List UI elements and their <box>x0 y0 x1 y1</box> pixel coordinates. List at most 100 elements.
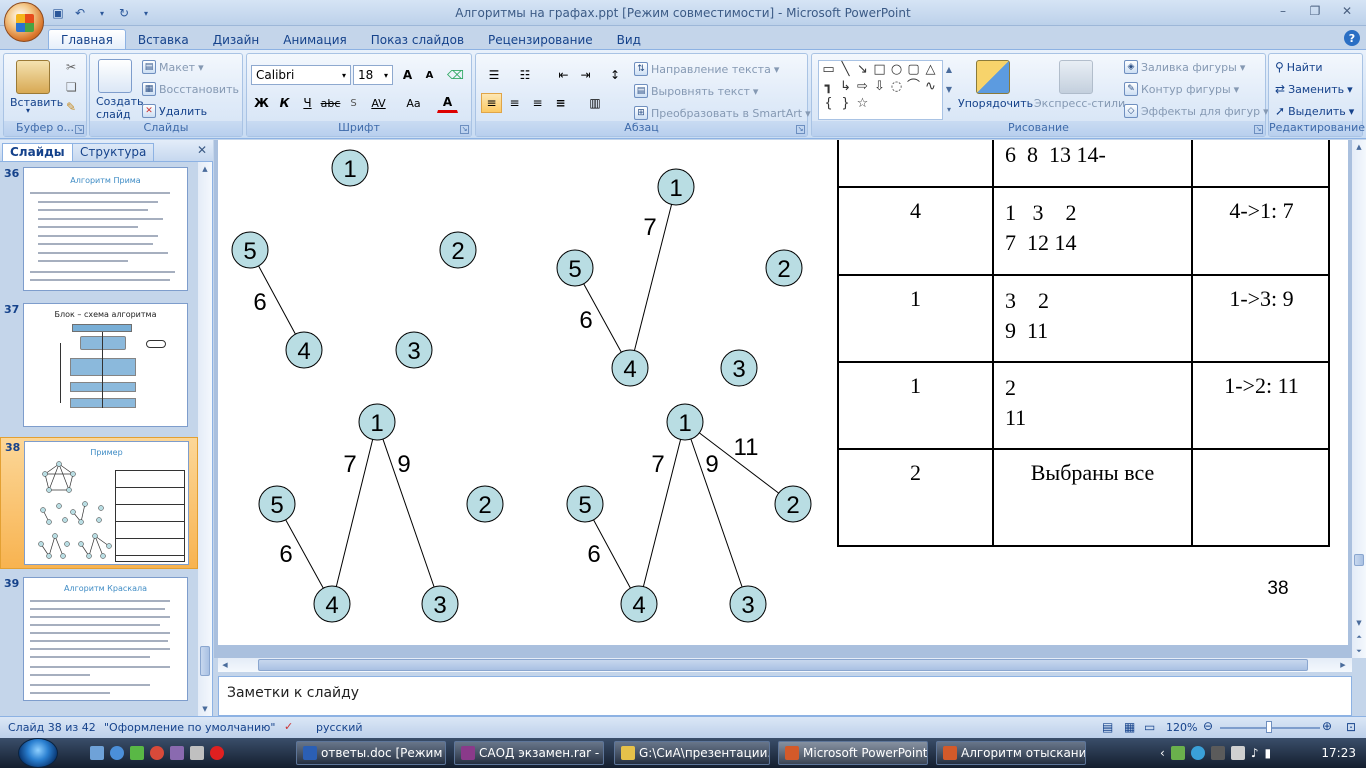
shapes-more-icon[interactable]: ▲ ▼ ▾ <box>944 60 954 120</box>
start-button[interactable] <box>18 738 58 768</box>
minimize-button[interactable]: – <box>1268 2 1298 20</box>
tab-slides[interactable]: Слайды <box>2 143 73 161</box>
tray-icon[interactable] <box>1170 746 1185 760</box>
previous-slide-icon[interactable]: ⏶ <box>1352 630 1366 644</box>
font-name-combo[interactable]: Calibri ▾ <box>251 65 351 85</box>
taskbar-item-word[interactable]: ответы.doc [Режим ... <box>296 741 446 765</box>
slideshow-view-icon[interactable]: ▭ <box>1144 720 1155 734</box>
scroll-down-icon[interactable]: ▼ <box>198 702 212 716</box>
scroll-thumb[interactable] <box>258 659 1308 671</box>
star-shape-icon[interactable]: ☆ <box>854 96 871 113</box>
clock[interactable]: 17:23 <box>1321 746 1356 760</box>
cut-icon[interactable]: ✂ <box>66 60 76 74</box>
volume-icon[interactable]: ♪ <box>1251 746 1259 760</box>
columns-icon[interactable]: ▥ <box>580 93 610 113</box>
align-center-icon[interactable]: ≡ <box>504 93 525 113</box>
elbow-arrow-shape-icon[interactable]: ↳ <box>837 79 854 96</box>
font-size-combo[interactable]: 18 ▾ <box>353 65 393 85</box>
tray-icon[interactable] <box>1190 746 1205 760</box>
save-icon[interactable]: ▣ <box>50 5 66 21</box>
tab-view[interactable]: Вид <box>605 30 653 50</box>
tray-icon[interactable] <box>1230 746 1245 760</box>
justify-icon[interactable]: ≡ <box>550 93 571 113</box>
curve-shape-icon[interactable]: ⌒ <box>905 79 922 96</box>
left-brace-shape-icon[interactable]: { <box>820 96 837 113</box>
shadow-icon[interactable]: S <box>343 93 364 113</box>
tab-animation[interactable]: Анимация <box>271 30 358 50</box>
theme-status[interactable]: "Оформление по умолчанию" <box>104 721 275 734</box>
char-spacing-button[interactable]: AV <box>368 93 389 113</box>
normal-view-icon[interactable]: ▤ <box>1102 720 1113 734</box>
tab-review[interactable]: Рецензирование <box>476 30 605 50</box>
bullets-icon[interactable]: ☰ <box>481 65 507 85</box>
align-right-icon[interactable]: ≡ <box>527 93 548 113</box>
right-arrow-shape-icon[interactable]: ⇨ <box>854 79 871 96</box>
zoom-in-icon[interactable]: ⊕ <box>1322 719 1332 733</box>
help-icon[interactable]: ? <box>1344 30 1360 46</box>
zoom-out-icon[interactable]: ⊖ <box>1203 719 1213 733</box>
grow-font-button[interactable]: A <box>397 65 418 85</box>
freeform-shape-icon[interactable]: ∿ <box>922 79 939 96</box>
new-slide-button[interactable]: Создать слайд <box>96 95 144 121</box>
slide-thumb-37[interactable]: 37 Блок – схема алгоритма <box>0 300 198 432</box>
tab-outline[interactable]: Структура <box>72 143 155 161</box>
scroll-thumb[interactable] <box>1354 554 1364 566</box>
next-slide-icon[interactable]: ⏷ <box>1352 644 1366 658</box>
bold-button[interactable]: Ж <box>251 93 272 113</box>
decrease-indent-icon[interactable]: ⇤ <box>553 65 574 85</box>
slide-thumb-36[interactable]: 36 Алгоритм Прима <box>0 164 198 296</box>
paste-dropdown-icon[interactable]: ▾ <box>26 106 30 115</box>
tab-home[interactable]: Главная <box>48 29 126 50</box>
slide-thumb-39[interactable]: 39 Алгоритм Краскала <box>0 574 198 706</box>
taskbar-item-explorer[interactable]: G:\СиА\презентации... <box>614 741 770 765</box>
down-arrow-shape-icon[interactable]: ⇩ <box>871 79 888 96</box>
scroll-down-icon[interactable]: ▼ <box>1352 616 1366 630</box>
network-icon[interactable]: ▮ <box>1264 746 1271 760</box>
shape-fill-button[interactable]: ◈ Заливка фигуры ▾ <box>1124 60 1245 74</box>
close-panel-icon[interactable]: ✕ <box>197 143 207 157</box>
tab-insert[interactable]: Вставка <box>126 30 201 50</box>
slide-vertical-scrollbar[interactable]: ▲ ▼ ⏶ ⏷ <box>1352 140 1366 658</box>
shape-effects-button[interactable]: ◇ Эффекты для фигур ▾ <box>1124 104 1269 118</box>
arrow-line-shape-icon[interactable]: ↘ <box>854 62 871 79</box>
clipboard-launcher-icon[interactable]: ↘ <box>75 125 84 134</box>
paste-icon[interactable] <box>16 60 50 94</box>
drawing-launcher-icon[interactable]: ↘ <box>1254 125 1263 134</box>
right-brace-shape-icon[interactable]: } <box>837 96 854 113</box>
underline-button[interactable]: Ч <box>297 93 318 113</box>
customize-qat-icon[interactable]: ▾ <box>138 5 154 21</box>
scroll-right-icon[interactable]: ▶ <box>1336 658 1350 672</box>
zoom-level[interactable]: 120% <box>1166 721 1197 734</box>
slide-sorter-icon[interactable]: ▦ <box>1124 720 1135 734</box>
strikethrough-button[interactable]: abc <box>320 93 341 113</box>
delete-slide-button[interactable]: ✕ Удалить <box>142 104 207 118</box>
scroll-thumb[interactable] <box>200 646 210 676</box>
rectangle-shape-icon[interactable]: □ <box>871 62 888 79</box>
font-color-button[interactable]: A <box>437 93 458 113</box>
connector-shape-icon[interactable]: ┓ <box>820 79 837 96</box>
taskbar-item-winrar[interactable]: САОД экзамен.rar - ... <box>454 741 604 765</box>
find-button[interactable]: ⚲ Найти <box>1275 60 1323 74</box>
notes-pane[interactable]: Заметки к слайду <box>218 676 1352 716</box>
smartart-button[interactable]: ⊞ Преобразовать в SmartArt ▾ <box>634 106 811 120</box>
scroll-up-icon[interactable]: ▲ <box>1352 140 1366 154</box>
taskbar-item-powerpoint[interactable]: Microsoft PowerPoint ... <box>778 741 928 765</box>
italic-button[interactable]: К <box>274 93 295 113</box>
app-icon[interactable] <box>190 746 204 760</box>
font-launcher-icon[interactable]: ↘ <box>460 125 469 134</box>
align-text-button[interactable]: ▤ Выровнять текст ▾ <box>634 84 758 98</box>
panel-scrollbar[interactable]: ▲ ▼ <box>198 162 212 716</box>
language-tray-icon[interactable] <box>1210 746 1225 760</box>
textbox-shape-icon[interactable]: ▭ <box>820 62 837 79</box>
media-player-icon[interactable] <box>110 746 124 760</box>
align-left-icon[interactable]: ≡ <box>481 93 502 113</box>
numbering-icon[interactable]: ☷ <box>512 65 538 85</box>
show-desktop-icon[interactable] <box>90 746 104 760</box>
fit-to-window-icon[interactable]: ⊡ <box>1346 720 1356 734</box>
oval-shape-icon[interactable]: ○ <box>888 62 905 79</box>
arrange-icon[interactable] <box>976 60 1010 94</box>
app-icon[interactable] <box>150 746 164 760</box>
select-button[interactable]: ➚ Выделить ▾ <box>1275 104 1354 118</box>
close-button[interactable]: ✕ <box>1332 2 1362 20</box>
slide-horizontal-scrollbar[interactable]: ◀ ▶ <box>218 658 1352 672</box>
